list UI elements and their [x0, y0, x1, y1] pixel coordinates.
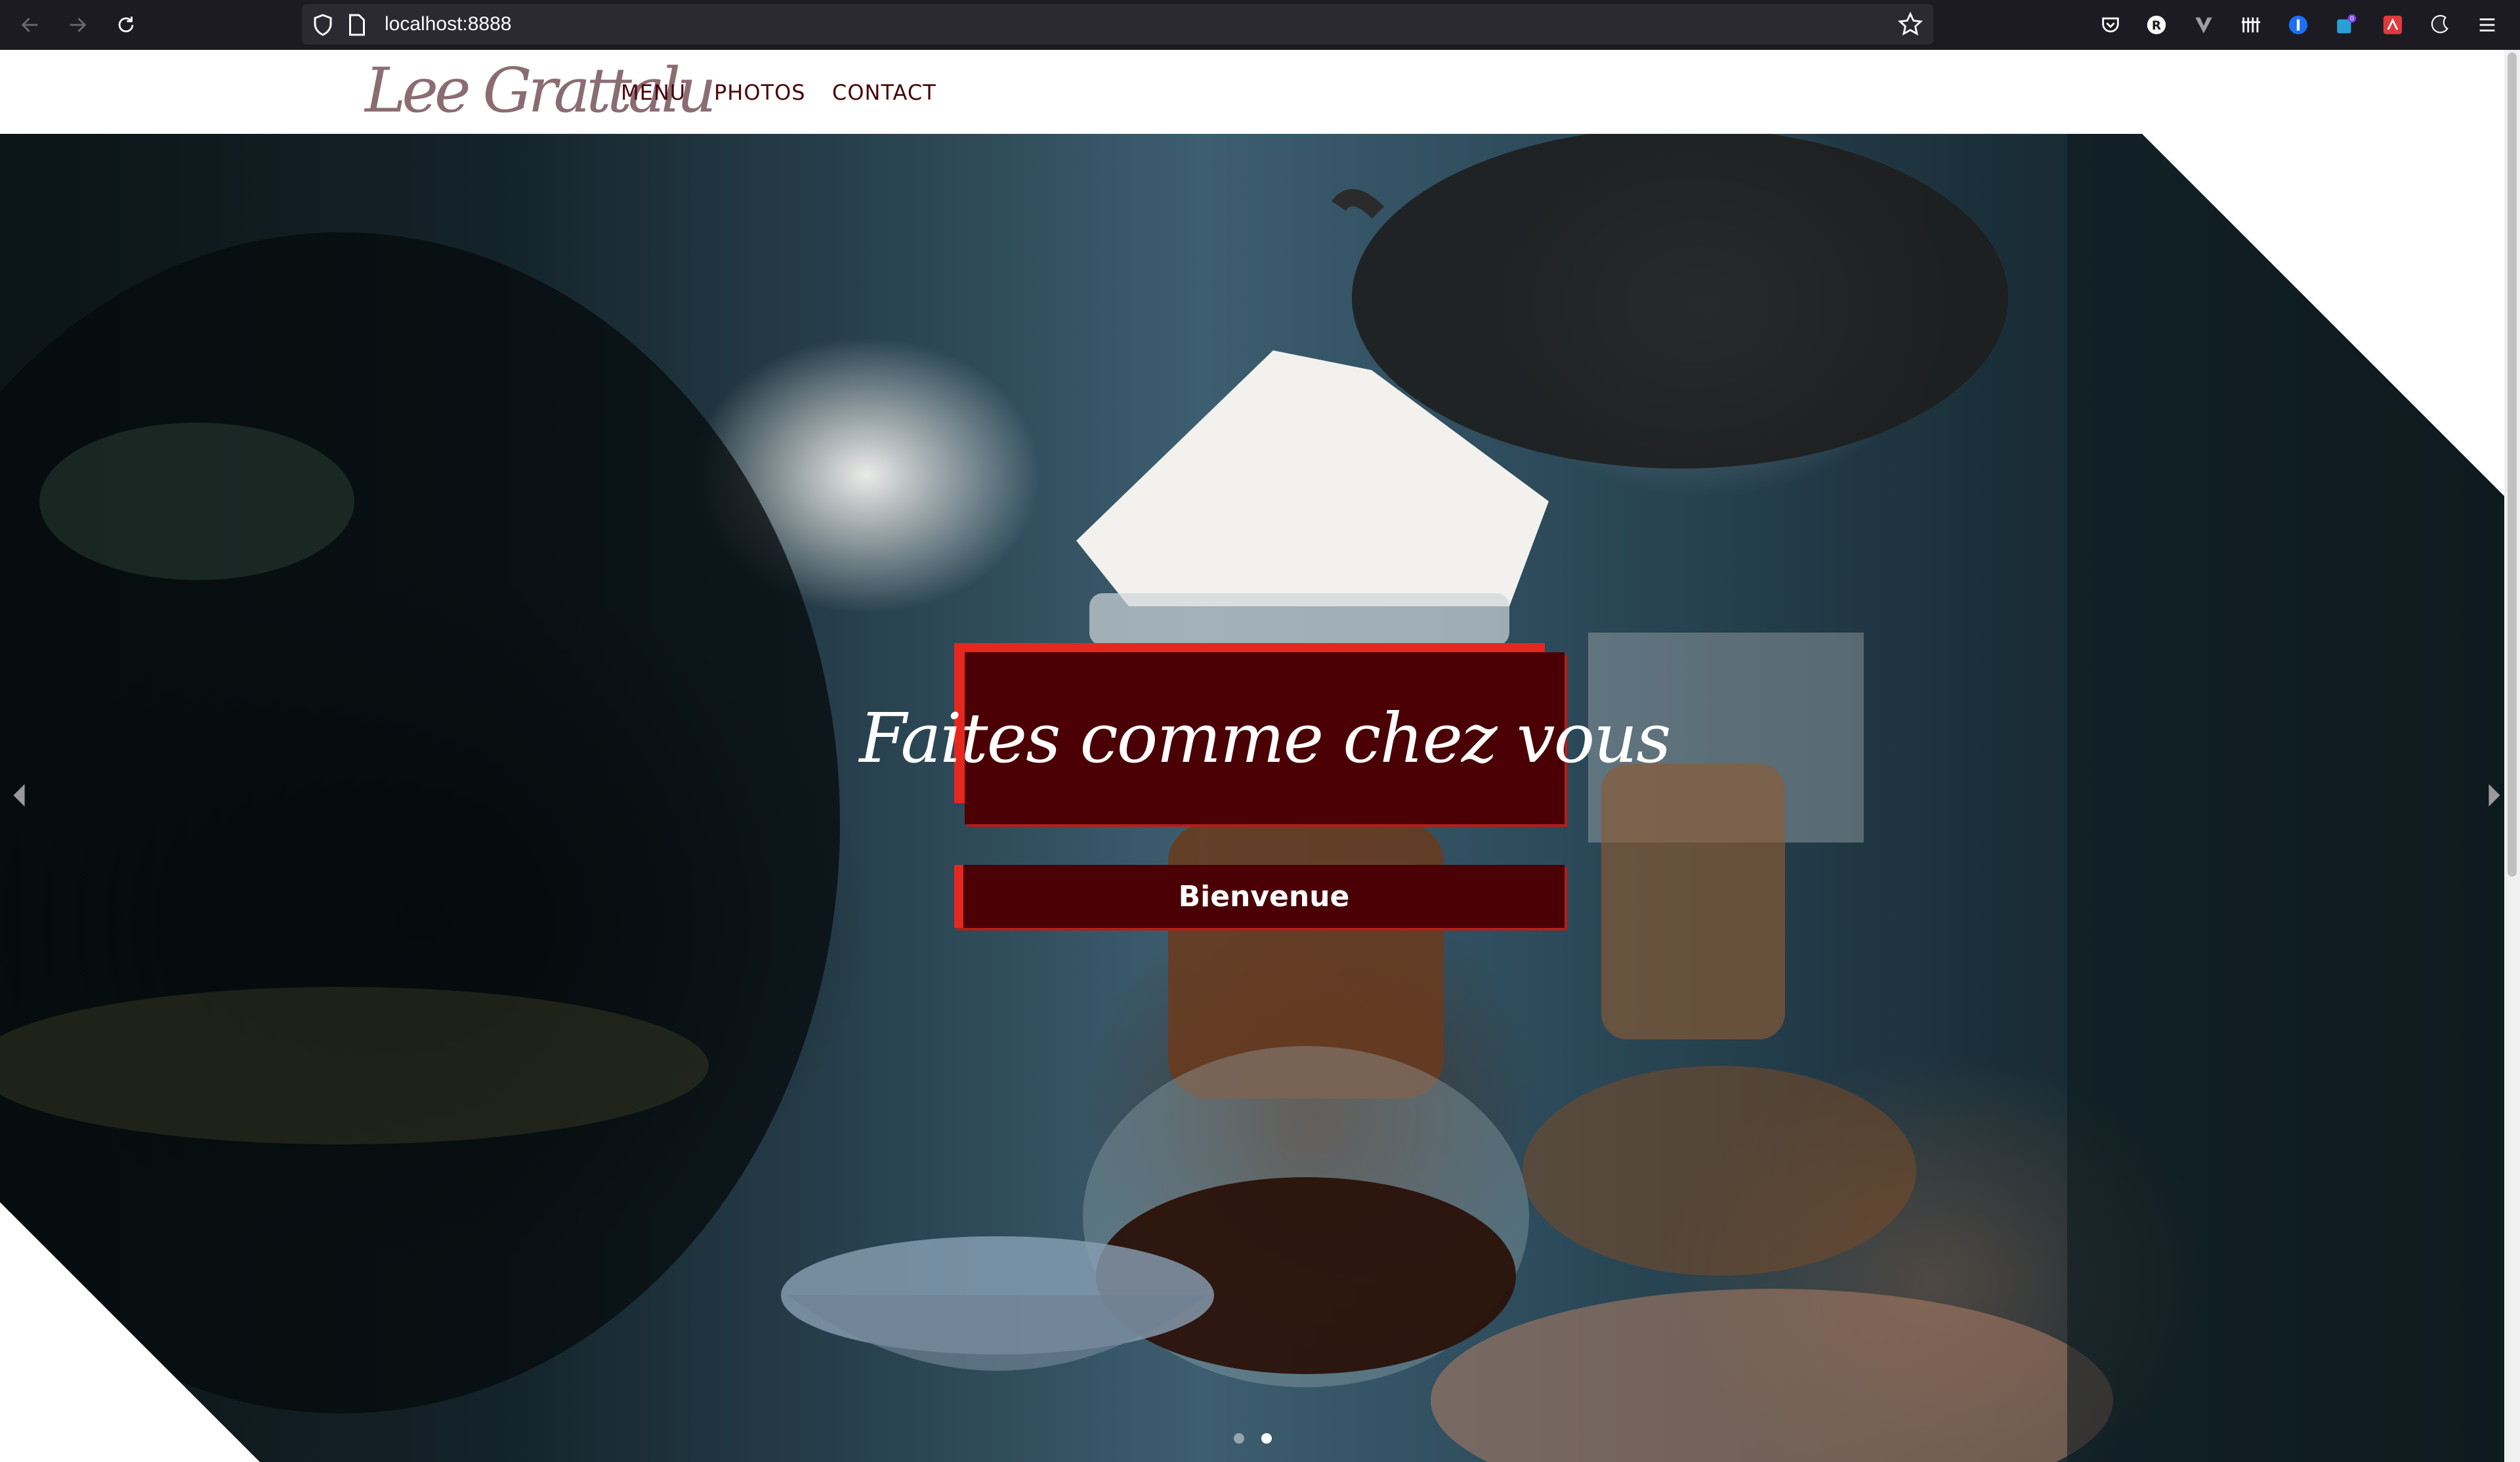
reload-icon	[118, 16, 134, 33]
ublock-icon	[2241, 17, 2261, 33]
info-extension-button[interactable]	[2284, 10, 2313, 39]
app-menu-button[interactable]	[2473, 10, 2502, 39]
welcome-text: Bienvenue	[1178, 879, 1350, 913]
bookmark-star-icon[interactable]	[1898, 12, 1923, 37]
carousel-prev-arrow-icon[interactable]	[9, 782, 29, 808]
pocket-icon	[2102, 17, 2119, 33]
extension-badge-count: 0	[2350, 16, 2354, 23]
r-extension-icon: R	[2147, 15, 2166, 35]
hamburger-menu-icon	[2479, 18, 2495, 31]
carousel-dot[interactable]	[1234, 1433, 1244, 1444]
headline-banner-panel: Faites comme chez vous	[859, 652, 1671, 824]
page-scrollbar[interactable]	[2504, 50, 2520, 1462]
carousel-next-arrow-icon[interactable]	[2485, 782, 2504, 808]
badge-extension-button[interactable]: 0	[2331, 10, 2360, 39]
nav-contact-link[interactable]: CONTACT	[832, 79, 936, 106]
arrow-right-icon	[70, 18, 87, 32]
page-icon	[349, 14, 365, 36]
shield-icon[interactable]	[311, 13, 335, 37]
vimium-button[interactable]	[2189, 10, 2218, 39]
reload-button[interactable]	[108, 7, 144, 43]
red-extension-icon	[2383, 15, 2403, 35]
dark-extension-button[interactable]	[2426, 10, 2454, 39]
site-header: Lee Grattalu MENU PHOTOS CONTACT	[0, 50, 2504, 134]
ublock-button[interactable]	[2236, 10, 2265, 39]
nav-menu-link[interactable]: MENU	[621, 79, 686, 106]
carousel-dot-active[interactable]	[1261, 1433, 1272, 1444]
badge-extension-icon: 0	[2337, 14, 2357, 33]
r-extension-button[interactable]: R	[2142, 10, 2171, 39]
browser-toolbar: localhost:8888 R 0	[0, 0, 2520, 50]
pocket-button[interactable]	[2096, 10, 2125, 39]
vimium-icon	[2195, 17, 2212, 33]
nav-photos-link[interactable]: PHOTOS	[714, 79, 806, 106]
welcome-banner: Bienvenue	[954, 865, 1564, 928]
dark-extension-icon	[2431, 14, 2448, 33]
hero-headline: Faites comme chez vous	[859, 698, 1671, 778]
scrollbar-thumb[interactable]	[2508, 52, 2517, 877]
forward-button[interactable]	[59, 7, 96, 43]
svg-text:R: R	[2152, 19, 2161, 33]
red-extension-button[interactable]	[2378, 10, 2407, 39]
carousel-indicators	[1234, 1433, 1272, 1446]
url-text[interactable]: localhost:8888	[385, 12, 511, 36]
arrow-left-icon	[21, 18, 38, 32]
back-button[interactable]	[12, 7, 49, 43]
address-bar[interactable]: localhost:8888	[302, 4, 1933, 45]
headline-banner: Faites comme chez vous	[859, 643, 1671, 824]
info-extension-icon	[2288, 15, 2308, 35]
hero-carousel: Faites comme chez vous Bienvenue	[0, 134, 2504, 1462]
